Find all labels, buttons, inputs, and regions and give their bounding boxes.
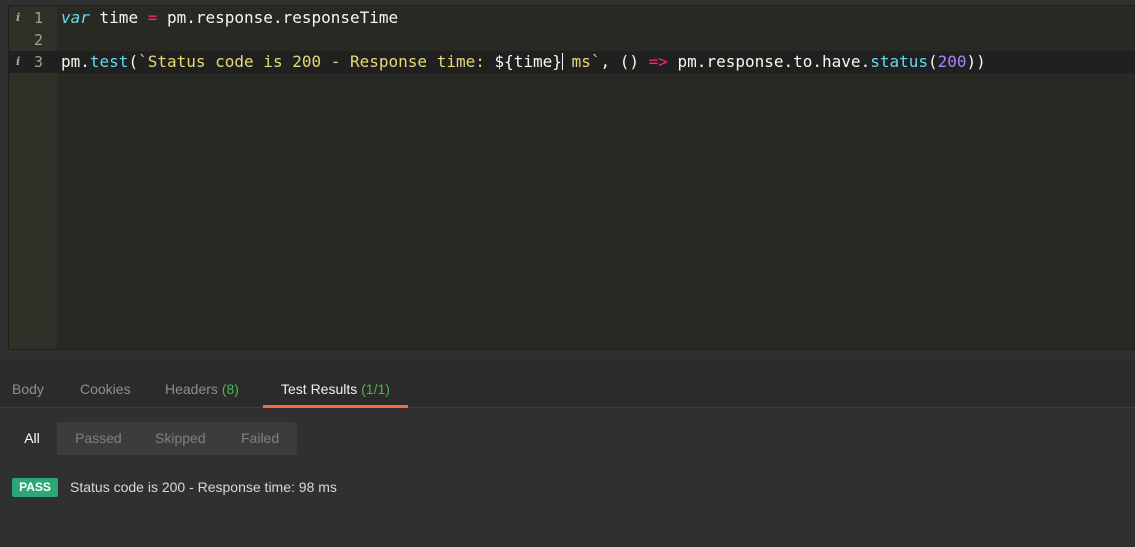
response-tabs: Body Cookies Headers (8) Test Results (1… [0,360,1135,408]
tab-test-results[interactable]: Test Results (1/1) [263,360,408,408]
test-results-count: (1/1) [361,381,390,397]
tab-body[interactable]: Body [12,360,44,408]
line-number: 3 [33,53,43,71]
code-line-1[interactable]: i 1 var time = pm.response.responseTime [9,7,1135,29]
line-number: 1 [33,9,43,27]
tab-cookies[interactable]: Cookies [80,360,131,408]
test-results-filter: All Passed Skipped Failed [7,422,297,455]
filter-skipped[interactable]: Skipped [155,422,206,455]
code-text: pm.test(`Status code is 200 - Response t… [61,52,986,71]
filter-all[interactable]: All [7,422,57,455]
pass-badge: PASS [12,478,58,497]
line-number: 2 [33,31,43,49]
tab-headers[interactable]: Headers (8) [165,360,239,408]
code-text: var time = pm.response.responseTime [61,8,399,27]
test-script-editor[interactable]: i 1 var time = pm.response.responseTime … [8,5,1135,350]
info-icon[interactable]: i [16,51,24,73]
filter-passed[interactable]: Passed [75,422,122,455]
code-line-3[interactable]: i 3 pm.test(`Status code is 200 - Respon… [9,51,1135,73]
filter-failed[interactable]: Failed [241,422,279,455]
headers-count: (8) [221,381,239,397]
code-line-2[interactable]: 2 [9,29,1135,51]
info-icon[interactable]: i [16,7,24,29]
test-result-name: Status code is 200 - Response time: 98 m… [70,479,337,495]
